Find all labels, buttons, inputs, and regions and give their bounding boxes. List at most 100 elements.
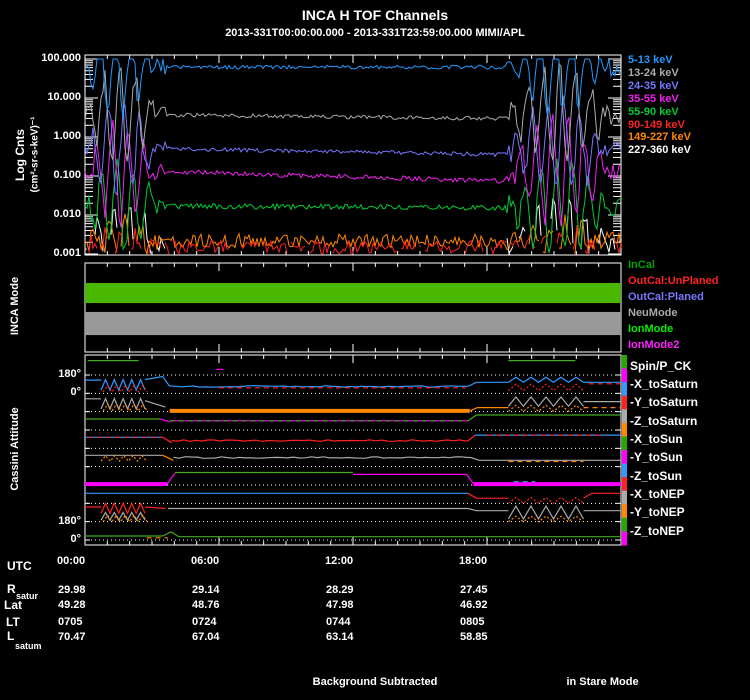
att-YtoSun-seg bbox=[100, 454, 148, 463]
ephemeris-cell: 47.98 bbox=[326, 599, 354, 611]
l-row-label: L bbox=[7, 629, 15, 643]
att-YtoSaturn-seg bbox=[100, 396, 146, 411]
tof-ytick-label: 1.000 bbox=[53, 130, 81, 142]
tof-ytick-label: 10.000 bbox=[47, 91, 81, 103]
tof-trace-149-227-keV bbox=[136, 225, 526, 256]
lat-row-label: Lat bbox=[4, 598, 22, 612]
legend-mode-InCal: InCal bbox=[628, 259, 655, 271]
attitude-swatch bbox=[622, 450, 627, 465]
ephemeris-cell: 29.14 bbox=[192, 584, 220, 596]
attitude-swatch bbox=[622, 395, 627, 410]
att-ZtoSun-seg bbox=[466, 474, 475, 485]
att-YtoSaturn-seg bbox=[469, 407, 478, 412]
att-YtoNEP-seg bbox=[508, 515, 584, 523]
attitude-swatch bbox=[622, 422, 627, 437]
tof-trace-90-149-keV bbox=[332, 240, 398, 255]
tof-ytick-label: 0.100 bbox=[53, 169, 81, 181]
ephemeris-cell: 70.47 bbox=[58, 631, 86, 643]
att-YtoNEP-seg bbox=[468, 507, 477, 512]
tof-ytick-label: 0.001 bbox=[53, 247, 81, 259]
att-XtoNEP-seg bbox=[583, 492, 592, 499]
att-XtoNEP-seg bbox=[467, 492, 477, 499]
ephemeris-cell: 48.76 bbox=[192, 599, 220, 611]
att-XtoSun-seg bbox=[162, 436, 173, 444]
utc-tick-label: 12:00 bbox=[325, 555, 354, 567]
legend-channel-149-227-keV: 149-227 keV bbox=[628, 131, 691, 144]
legend-channel-13-24-keV: 13-24 keV bbox=[628, 66, 679, 79]
attitude-ytick-label: 0° bbox=[70, 533, 81, 545]
legend-attitude-YtoSaturn: -Y_toSaturn bbox=[630, 395, 699, 410]
attitude-ytick-label: 0° bbox=[70, 386, 81, 399]
tof-ytick-label: 100.000 bbox=[41, 52, 81, 64]
att-XtoSaturn-seg bbox=[144, 375, 163, 381]
attitude-swatch bbox=[622, 382, 627, 397]
legend-channel-5-13-keV: 5-13 keV bbox=[628, 54, 673, 66]
tof-trace-13-24-keV bbox=[84, 62, 622, 162]
att-XtoSun-seg bbox=[467, 434, 476, 442]
legend-channel-227-360-keV: 227-360 keV bbox=[628, 144, 691, 157]
ephemeris-cell: 0705 bbox=[58, 616, 83, 628]
legend-attitude-XtoSun: -X_toSun bbox=[630, 431, 683, 446]
att-ZtoSun-seg bbox=[166, 472, 176, 485]
ephemeris-cell: 27.45 bbox=[460, 584, 488, 596]
att-XtoSaturn-seg bbox=[508, 383, 584, 392]
ephemeris-cell: 0805 bbox=[460, 616, 485, 628]
tof-trace-90-149-keV bbox=[490, 239, 508, 256]
att-XtoSaturn-seg bbox=[467, 381, 477, 387]
legend-channel-90-149-keV: 90-149 keV bbox=[628, 118, 685, 131]
tof-ytick-label: 0.010 bbox=[53, 208, 81, 220]
attitude-swatch bbox=[622, 409, 627, 424]
attitude-swatch bbox=[622, 368, 627, 383]
l-row-label-sub: satum bbox=[15, 641, 42, 651]
attitude-ytick-label: 180° bbox=[58, 368, 81, 380]
att-XtoSaturn-seg bbox=[169, 384, 469, 388]
att-XtoSaturn-seg bbox=[508, 376, 584, 384]
att-ZtoNEP-seg bbox=[170, 531, 180, 538]
legend-attitude-SpinPCK: Spin/P_CK bbox=[630, 358, 692, 373]
attitude-ytick-label: 180° bbox=[58, 514, 81, 527]
ephemeris-cell: 0744 bbox=[326, 616, 351, 628]
utc-row-label: UTC bbox=[7, 559, 32, 573]
caption-stare-mode: in Stare Mode bbox=[566, 676, 639, 688]
lt-row-label: LT bbox=[6, 615, 20, 629]
tof-trace-90-149-keV bbox=[464, 239, 484, 255]
neu-mode-bar bbox=[85, 311, 621, 336]
att-XtoSun-seg bbox=[171, 439, 469, 443]
legend-attitude-YtoNEP: -Y_toNEP bbox=[630, 505, 685, 520]
attitude-swatch bbox=[622, 463, 627, 478]
ephemeris-cell: 63.14 bbox=[326, 631, 354, 643]
attitude-swatch bbox=[622, 531, 627, 546]
legend-attitude-XtoNEP: -X_toNEP bbox=[630, 486, 685, 501]
legend-mode-OutCal-Planed: OutCal:Planed bbox=[628, 291, 704, 303]
legend-attitude-ZtoNEP: -Z_toNEP bbox=[630, 523, 684, 538]
att-YtoNEP-seg bbox=[144, 506, 166, 510]
legend-channel-35-55-keV: 35-55 keV bbox=[628, 92, 679, 105]
legend-mode-OutCal-UnPlaned: OutCal:UnPlaned bbox=[628, 275, 719, 287]
tof-trace-90-149-keV bbox=[164, 242, 170, 255]
attitude-swatch bbox=[622, 490, 627, 505]
att-ZtoSaturn-seg bbox=[159, 418, 170, 423]
attitude-swatch bbox=[622, 355, 627, 370]
ephemeris-cell: 58.85 bbox=[460, 631, 488, 643]
ephemeris-cell: 67.04 bbox=[192, 631, 220, 643]
legend-channel-24-35-keV: 24-35 keV bbox=[628, 79, 679, 92]
att-YtoSun-seg bbox=[173, 456, 471, 459]
att-YtoSaturn-seg bbox=[508, 404, 584, 413]
att-XtoNEP-seg bbox=[508, 496, 584, 505]
att-XtoSaturn-seg bbox=[162, 376, 171, 387]
legend-attitude-ZtoSaturn: -Z_toSaturn bbox=[630, 413, 698, 428]
legend-mode-IonMode: IonMode bbox=[628, 323, 674, 335]
legend-mode-NeuMode: NeuMode bbox=[628, 307, 678, 319]
att-YtoSaturn-seg bbox=[144, 400, 166, 408]
att-YtoSun-seg bbox=[162, 454, 174, 461]
attitude-swatch bbox=[622, 517, 627, 532]
legend-attitude-YtoSun: -Y_toSun bbox=[630, 450, 683, 465]
att-YtoSun-seg bbox=[470, 456, 480, 461]
ion-mode-bar bbox=[85, 283, 621, 304]
legend-channel-55-90-keV: 55-90 keV bbox=[628, 105, 679, 118]
utc-tick-label: 06:00 bbox=[191, 555, 220, 567]
tof-trace-227-360-keV bbox=[518, 226, 526, 239]
tof-y-axis-units: (cm²-sr-s-keV)⁻¹ bbox=[29, 116, 41, 193]
tof-trace-35-55-keV bbox=[84, 113, 622, 228]
att-ZtoNEP-seg bbox=[162, 531, 172, 537]
